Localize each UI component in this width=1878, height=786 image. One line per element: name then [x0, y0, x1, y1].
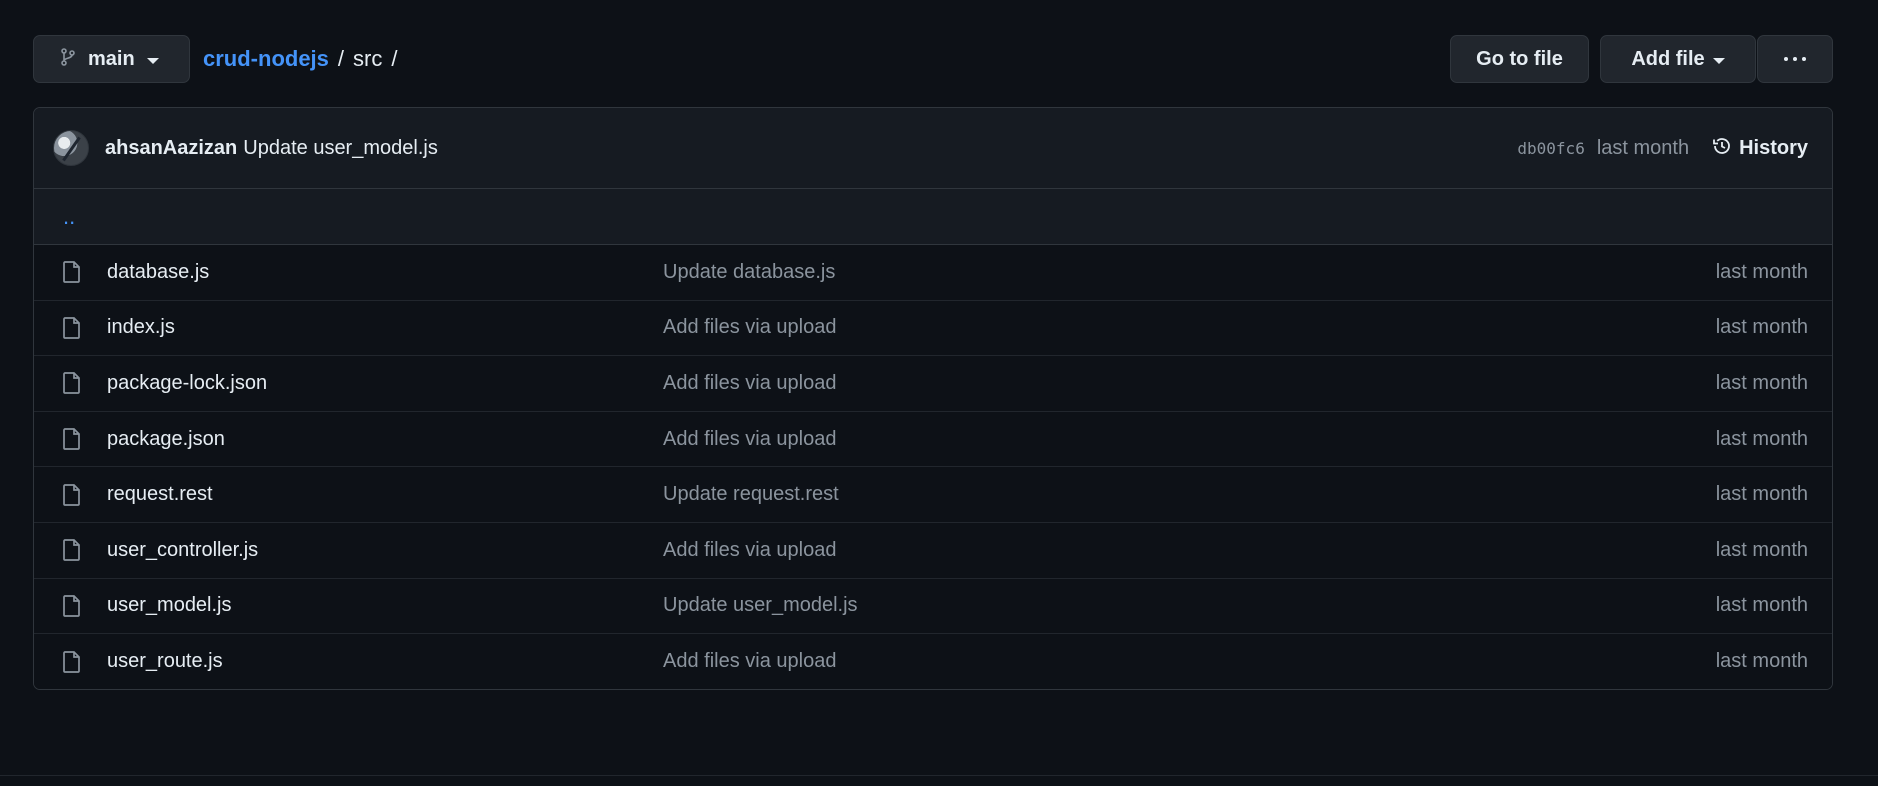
file-row[interactable]: user_route.js Add files via upload last …: [34, 634, 1832, 689]
file-name[interactable]: user_model.js: [107, 594, 232, 617]
file-icon: [61, 538, 83, 562]
repo-toolbar: main crud-nodejs / src / Go to file Add …: [33, 35, 1833, 83]
breadcrumb-repo-link[interactable]: crud-nodejs: [203, 46, 329, 72]
file-commit-message[interactable]: Update database.js: [663, 261, 835, 284]
history-link[interactable]: History: [1711, 135, 1808, 163]
commit-meta: db00fc6 last month History: [1517, 108, 1808, 189]
file-icon: [61, 316, 83, 340]
file-commit-time: last month: [1715, 316, 1808, 339]
more-options-button[interactable]: [1757, 35, 1833, 83]
file-icon: [61, 483, 83, 507]
add-file-button[interactable]: Add file: [1600, 35, 1756, 83]
file-commit-time: last month: [1715, 483, 1808, 506]
file-commit-message[interactable]: Update user_model.js: [663, 594, 858, 617]
file-commit-time: last month: [1715, 427, 1808, 450]
chevron-down-icon: [1712, 57, 1725, 64]
parent-directory-link[interactable]: ..: [34, 189, 1832, 245]
file-icon: [61, 260, 83, 284]
file-row[interactable]: request.rest Update request.rest last mo…: [34, 467, 1832, 523]
file-row[interactable]: user_controller.js Add files via upload …: [34, 522, 1832, 579]
branch-name: main: [88, 47, 135, 70]
file-commit-message[interactable]: Update request.rest: [663, 483, 839, 506]
commit-author[interactable]: ahsanAazizan: [105, 137, 237, 160]
file-commit-time: last month: [1715, 371, 1808, 394]
file-name[interactable]: package.json: [107, 428, 225, 451]
divider: [0, 775, 1878, 776]
breadcrumb: crud-nodejs / src /: [203, 35, 406, 83]
file-commit-message[interactable]: Add files via upload: [663, 539, 836, 562]
file-row[interactable]: user_model.js Update user_model.js last …: [34, 578, 1832, 635]
file-list: database.js Update database.js last mont…: [34, 245, 1832, 689]
file-name[interactable]: database.js: [107, 261, 209, 284]
file-row[interactable]: package-lock.json Add files via upload l…: [34, 356, 1832, 412]
breadcrumb-current-folder: src: [353, 46, 383, 71]
commit-message[interactable]: Update user_model.js: [243, 137, 438, 160]
latest-commit-bar: ahsanAazizan Update user_model.js db00fc…: [34, 108, 1832, 189]
history-label: History: [1739, 137, 1808, 159]
file-icon: [61, 371, 83, 395]
file-name[interactable]: user_route.js: [107, 650, 223, 673]
file-commit-message[interactable]: Add files via upload: [663, 316, 836, 339]
file-commit-time: last month: [1715, 538, 1808, 561]
file-commit-message[interactable]: Add files via upload: [663, 372, 836, 395]
file-icon: [61, 427, 83, 451]
avatar[interactable]: [53, 130, 89, 166]
file-icon: [61, 594, 83, 618]
breadcrumb-trailing-separator: /: [391, 46, 398, 71]
file-commit-time: last month: [1715, 650, 1808, 673]
file-commit-message[interactable]: Add files via upload: [663, 428, 836, 451]
commit-sha[interactable]: db00fc6: [1517, 139, 1584, 158]
file-row[interactable]: index.js Add files via upload last month: [34, 300, 1832, 357]
breadcrumb-separator: /: [337, 46, 345, 71]
kebab-horizontal-icon: [1784, 57, 1806, 61]
go-to-file-button[interactable]: Go to file: [1450, 35, 1589, 83]
history-clock-icon: [1711, 135, 1733, 163]
file-browser: ahsanAazizan Update user_model.js db00fc…: [33, 107, 1833, 690]
file-row[interactable]: package.json Add files via upload last m…: [34, 411, 1832, 468]
go-to-file-label: Go to file: [1476, 47, 1563, 70]
file-name[interactable]: index.js: [107, 316, 175, 339]
file-name[interactable]: request.rest: [107, 483, 213, 506]
chevron-down-icon: [146, 57, 159, 64]
git-branch-icon: [60, 47, 76, 71]
file-name[interactable]: user_controller.js: [107, 539, 258, 562]
commit-time: last month: [1596, 137, 1690, 159]
branch-selector-button[interactable]: main: [33, 35, 190, 83]
add-file-label: Add file: [1631, 47, 1705, 70]
file-commit-message[interactable]: Add files via upload: [663, 650, 836, 673]
file-row[interactable]: database.js Update database.js last mont…: [34, 245, 1832, 301]
file-name[interactable]: package-lock.json: [107, 372, 267, 395]
file-commit-time: last month: [1715, 260, 1808, 283]
file-icon: [61, 650, 83, 674]
file-commit-time: last month: [1715, 594, 1808, 617]
